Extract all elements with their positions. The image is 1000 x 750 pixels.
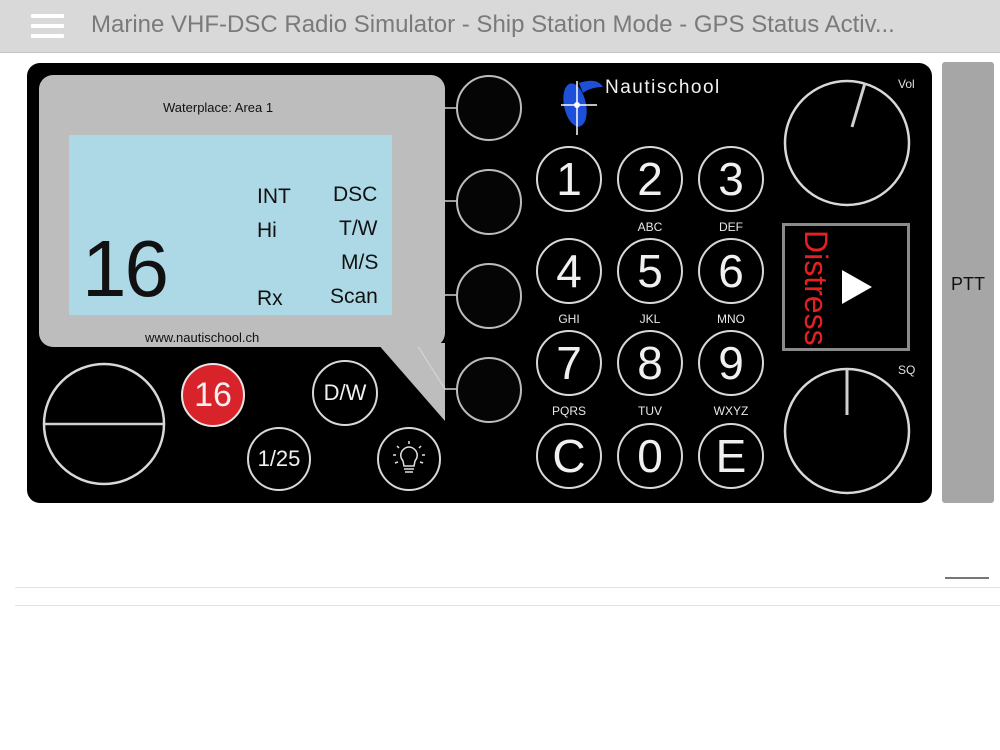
divider-lower [15, 605, 1000, 606]
key-2-letters: ABC [637, 220, 663, 234]
key-4-letters: GHI [558, 312, 580, 326]
key-8-button[interactable]: 8 [617, 330, 683, 396]
key-5-button[interactable]: 5 [617, 238, 683, 304]
mode-indicator: INT [257, 185, 291, 208]
website-label: www.nautischool.ch [145, 330, 260, 345]
key-9-letters: WXYZ [713, 404, 749, 418]
brand-name: Nautischool [605, 77, 721, 98]
lcd-frame: Waterplace: Area 1 INT Hi Rx DSC T/W M/S… [39, 75, 445, 347]
volume-knob[interactable] [781, 77, 913, 209]
menu-icon[interactable] [31, 14, 64, 38]
divider [15, 587, 1000, 588]
distress-label: Distress [798, 230, 834, 346]
waterplace-label: Waterplace: Area 1 [163, 100, 274, 115]
key-6-button[interactable]: 6 [698, 238, 764, 304]
softkey-ms-button[interactable] [456, 263, 522, 329]
lightbulb-icon [393, 441, 425, 473]
key-enter-button[interactable]: E [698, 423, 764, 489]
ptt-button[interactable]: PTT [942, 62, 994, 503]
dual-watch-button[interactable]: D/W [312, 360, 378, 426]
key-0-button[interactable]: 0 [617, 423, 683, 489]
softkey-label-scan: Scan [330, 285, 378, 308]
key-7-letters: PQRS [551, 404, 586, 418]
rx-indicator: Rx [257, 287, 283, 310]
softkey-label-ms: M/S [341, 251, 379, 274]
key-clear-button[interactable]: C [536, 423, 602, 489]
distress-button[interactable]: Distress [782, 223, 910, 351]
key-9-button[interactable]: 9 [698, 330, 764, 396]
power-indicator: Hi [257, 219, 277, 242]
softkey-dsc-button[interactable] [456, 75, 522, 141]
softkey-tw-button[interactable] [456, 169, 522, 235]
key-2-button[interactable]: 2 [617, 146, 683, 212]
lcd-screen: INT Hi Rx DSC T/W M/S Scan 16 [69, 135, 392, 315]
channel-16-button[interactable]: 16 [181, 363, 245, 427]
ptt-label: PTT [951, 274, 985, 294]
key-1-button[interactable]: 1 [536, 146, 602, 212]
window-title: Marine VHF-DSC Radio Simulator - Ship St… [91, 11, 895, 38]
key-5-letters: JKL [639, 312, 661, 326]
key-8-letters: TUV [638, 404, 662, 418]
channel-knob[interactable] [41, 361, 167, 487]
radio-panel: Waterplace: Area 1 INT Hi Rx DSC T/W M/S… [27, 63, 932, 503]
channel-display: 16 [82, 224, 169, 313]
scroll-indicator[interactable] [945, 577, 989, 579]
key-4-button[interactable]: 4 [536, 238, 602, 304]
key-3-button[interactable]: 3 [698, 146, 764, 212]
softkey-scan-button[interactable] [456, 357, 522, 423]
title-bar: Marine VHF-DSC Radio Simulator - Ship St… [0, 0, 1000, 53]
nautischool-logo-icon [561, 80, 603, 135]
key-7-button[interactable]: 7 [536, 330, 602, 396]
softkey-label-dsc: DSC [333, 183, 378, 206]
softkey-label-tw: T/W [339, 217, 378, 240]
key-3-letters: DEF [719, 220, 743, 234]
play-icon [842, 270, 872, 304]
backlight-button[interactable] [377, 427, 441, 491]
key-6-letters: MNO [717, 312, 745, 326]
power-1-25-button[interactable]: 1/25 [247, 427, 311, 491]
squelch-knob[interactable] [781, 365, 913, 497]
